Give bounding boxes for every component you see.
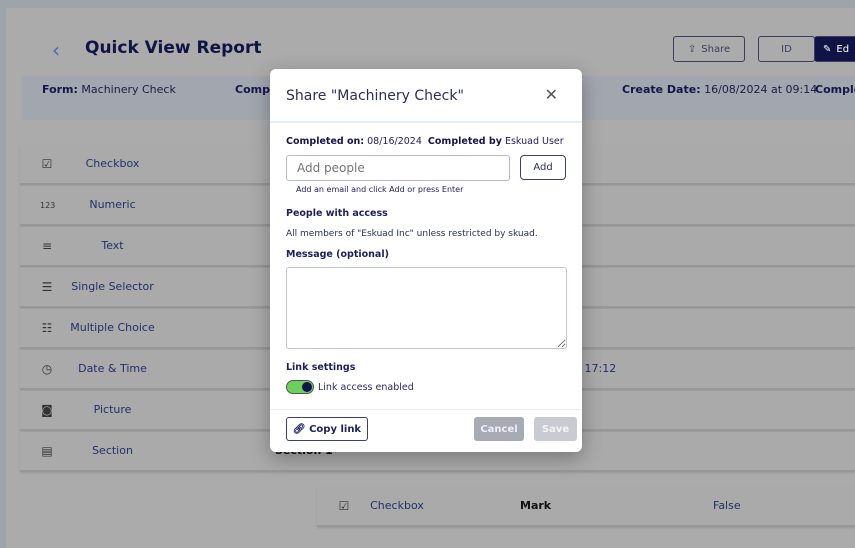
back-chevron-icon[interactable]: ‹	[52, 38, 60, 62]
cancel-button[interactable]: Cancel	[474, 417, 524, 441]
field-type: Numeric	[89, 198, 136, 211]
text-icon: ≡	[41, 239, 53, 253]
share-icon: ⇪	[687, 43, 697, 55]
access-title: People with access	[286, 208, 388, 219]
copy-link-button[interactable]: 🔗︎ Copy link	[286, 417, 368, 441]
field-type: Multiple Choice	[70, 321, 155, 334]
divider	[270, 409, 582, 410]
multiple-choice-icon: ☷	[41, 321, 53, 335]
field-type: Single Selector	[71, 280, 154, 293]
completion-info: Completed on: 08/16/2024 Completed by Es…	[286, 136, 564, 147]
field-type: Picture	[93, 403, 132, 416]
field-type: Date & Time	[78, 362, 147, 375]
create-date: Create Date: 16/08/2024 at 09:14	[622, 83, 818, 96]
field-type: Checkbox	[370, 499, 424, 512]
access-text: All members of "Eskuad Inc" unless restr…	[286, 229, 538, 239]
numeric-icon: 123	[40, 201, 56, 210]
field-type: Section	[92, 444, 133, 457]
share-dialog: Share "Machinery Check" ✕ Completed on: 0…	[270, 69, 582, 452]
field-type: Text	[101, 239, 124, 252]
message-label: Message (optional)	[286, 249, 389, 260]
link-toggle-label: Link access enabled	[318, 382, 414, 393]
field-type: Checkbox	[85, 157, 140, 170]
link-icon: 🔗︎	[292, 423, 306, 435]
add-hint: Add an email and click Add or press Ente…	[296, 185, 464, 194]
completed-label: Comp	[235, 83, 270, 96]
add-button[interactable]: Add	[520, 155, 566, 180]
dialog-title: Share "Machinery Check"	[286, 88, 464, 104]
pencil-icon: ✎	[823, 43, 832, 55]
id-button[interactable]: ID	[758, 36, 815, 62]
date-time-icon: ◷	[41, 362, 53, 376]
checkbox-icon: ☑	[41, 157, 53, 171]
camera-icon: ◙	[41, 403, 53, 417]
page-title: Quick View Report	[85, 38, 262, 58]
save-button[interactable]: Save	[534, 417, 577, 441]
sub-table-row: ☑ Checkbox Mark False	[317, 487, 855, 527]
link-access-toggle[interactable]	[286, 380, 314, 394]
link-settings-title: Link settings	[286, 362, 356, 373]
edit-button[interactable]: ✎ Ed	[814, 36, 855, 62]
message-textarea[interactable]	[286, 267, 567, 349]
section-icon: ▤	[41, 444, 53, 458]
field-name: Mark	[520, 499, 552, 512]
form-info: Form: Machinery Check	[42, 83, 176, 96]
close-icon[interactable]: ✕	[545, 85, 558, 104]
field-value: False	[713, 499, 741, 512]
completed-date-label: Comple	[815, 83, 855, 96]
share-button[interactable]: ⇪ Share	[673, 36, 745, 62]
single-selector-icon: ☰	[41, 280, 53, 294]
add-people-input[interactable]	[286, 155, 510, 181]
